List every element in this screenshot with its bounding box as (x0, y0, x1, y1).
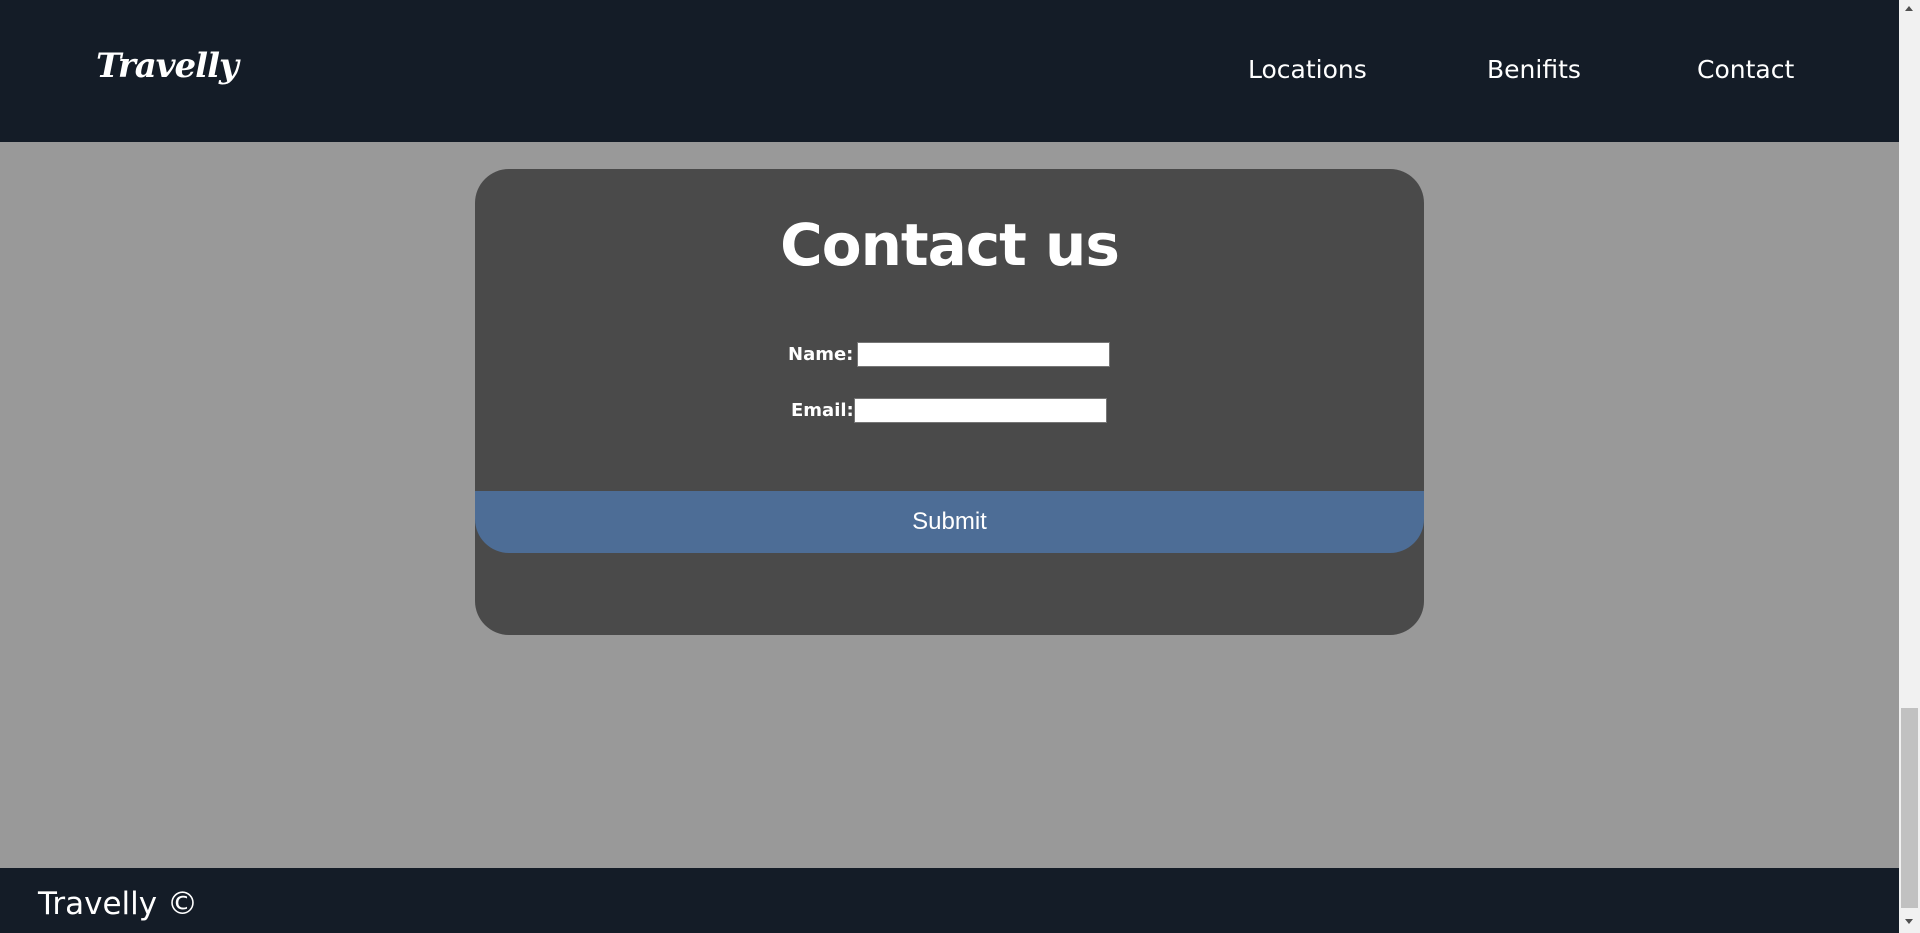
footer-copyright: Travelly © (38, 886, 198, 922)
email-field[interactable] (854, 398, 1107, 423)
name-label: Name: (788, 344, 854, 365)
submit-button[interactable]: Submit (475, 491, 1424, 553)
contact-card: Contact us Name: Email: Submit (475, 169, 1424, 635)
contact-title: Contact us (780, 211, 1120, 279)
page: Travelly Locations Benifits Contact Cont… (0, 0, 1899, 933)
site-header: Travelly Locations Benifits Contact (0, 0, 1899, 142)
email-label: Email: (791, 400, 854, 421)
vertical-scrollbar[interactable] (1899, 0, 1920, 933)
nav-link-contact[interactable]: Contact (1697, 55, 1794, 84)
site-footer: Travelly © (0, 868, 1899, 933)
site-logo[interactable]: Travelly (96, 46, 239, 86)
nav-link-benefits[interactable]: Benifits (1487, 55, 1581, 84)
scroll-down-arrow-icon[interactable] (1905, 919, 1913, 924)
scroll-up-arrow-icon[interactable] (1905, 6, 1913, 11)
scrollbar-thumb[interactable] (1901, 708, 1918, 908)
name-field[interactable] (857, 342, 1110, 367)
nav-link-locations[interactable]: Locations (1248, 55, 1367, 84)
